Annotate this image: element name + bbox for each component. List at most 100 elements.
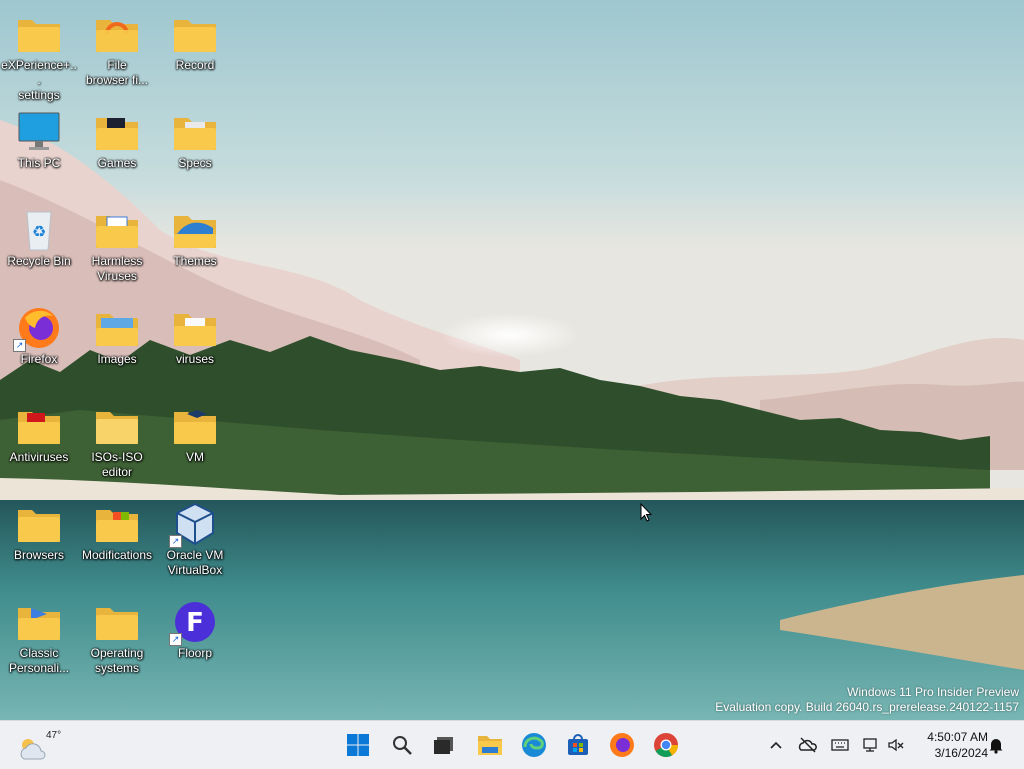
folder-icon — [171, 110, 219, 154]
keyboard-icon — [831, 739, 849, 751]
task-view-button[interactable] — [428, 729, 460, 761]
folder-icon — [171, 208, 219, 252]
weather-widget[interactable]: 47° — [14, 727, 61, 763]
store-button[interactable] — [562, 729, 594, 761]
folder-icon — [171, 12, 219, 56]
desktop-icon-label: eXPerience+... settings — [1, 58, 77, 102]
shortcut-arrow-icon: ↗ — [169, 633, 182, 646]
monitor-icon — [15, 110, 63, 154]
desktop-icon-oracle-vm-virtualbox[interactable]: ↗ Oracle VM VirtualBox — [156, 496, 234, 588]
desktop-icon-vm[interactable]: VM — [156, 398, 234, 490]
desktop-icon-label: File browser fi... — [85, 58, 148, 87]
desktop-icon-viruses[interactable]: viruses — [156, 300, 234, 392]
desktop-icon-label: Specs — [178, 156, 212, 170]
desktop-icon-firefox[interactable]: ↗ Firefox — [0, 300, 78, 392]
desktop-icon-file-browser-fixes[interactable]: File browser fi... — [78, 6, 156, 98]
folder-icon — [171, 404, 219, 448]
folder-icon — [93, 502, 141, 546]
desktop-icon-label: Floorp — [177, 646, 212, 660]
clock[interactable]: 4:50:07 AM 3/16/2024 — [912, 729, 988, 761]
edge-button[interactable] — [518, 729, 550, 761]
bell-icon — [989, 739, 1003, 754]
notifications-button[interactable] — [986, 735, 1006, 755]
store-icon — [568, 734, 588, 755]
floorp-icon: F ↗ — [169, 600, 219, 646]
desktop-icon-games[interactable]: Games — [78, 104, 156, 196]
task-view-icon — [434, 737, 453, 754]
desktop-icon-label: This PC — [17, 156, 61, 170]
volume-tray-button[interactable] — [886, 735, 906, 755]
desktop-icon-antiviruses[interactable]: Antiviruses — [0, 398, 78, 490]
desktop-icon-label: Images — [97, 352, 137, 366]
desktop-icon-label: Record — [175, 58, 215, 72]
desktop-icon-record[interactable]: Record — [156, 6, 234, 98]
watermark-line-2: Evaluation copy. Build 26040.rs_prerelea… — [715, 700, 1019, 714]
desktop-icon-experience-settings[interactable]: eXPerience+... settings — [0, 6, 78, 102]
network-icon — [863, 738, 877, 752]
firefox-icon — [610, 733, 634, 757]
network-tray-button[interactable] — [862, 735, 882, 755]
desktop-icon-floorp[interactable]: F ↗ Floorp — [156, 594, 234, 686]
firefox-icon: ↗ — [13, 306, 63, 352]
folder-icon — [93, 600, 141, 644]
svg-text:F: F — [186, 608, 204, 638]
chevron-up-icon — [770, 741, 782, 749]
desktop-icon-label: Themes — [173, 254, 217, 268]
start-button[interactable] — [342, 729, 374, 761]
keyboard-tray-button[interactable] — [830, 735, 850, 755]
search-button[interactable] — [386, 729, 418, 761]
desktop-icon-label: Firefox — [20, 352, 58, 366]
onedrive-tray-button[interactable] — [798, 735, 818, 755]
desktop-icon-specs[interactable]: Specs — [156, 104, 234, 196]
desktop-icon-operating-systems[interactable]: Operating systems — [78, 594, 156, 686]
weather-temperature: 47° — [46, 730, 62, 741]
desktop-icon-label: Modifications — [81, 548, 153, 562]
clock-time: 4:50:07 AM — [927, 730, 988, 744]
chrome-icon — [654, 733, 678, 758]
taskbar: 47° 4:50:07 AM 3/16/2024 — [0, 720, 1024, 769]
desktop-icon-label: Operating systems — [90, 646, 144, 675]
desktop-icon-label: viruses — [175, 352, 214, 366]
folder-icon — [93, 208, 141, 252]
weather-cloud-icon — [20, 739, 46, 760]
desktop-icon-label: Oracle VM VirtualBox — [166, 548, 224, 577]
desktop-icon-images[interactable]: Images — [78, 300, 156, 392]
virtualbox-icon: ↗ — [169, 502, 219, 548]
desktop-icon-label: Games — [97, 156, 137, 170]
chrome-button[interactable] — [650, 729, 682, 761]
desktop-icon-label: Recycle Bin — [7, 254, 71, 268]
file-explorer-button[interactable] — [474, 729, 506, 761]
desktop-icon-classic-personalization[interactable]: Classic Personali... — [0, 594, 78, 686]
edge-icon — [522, 733, 546, 757]
desktop-icon-browsers[interactable]: Browsers — [0, 496, 78, 588]
folder-icon — [15, 12, 63, 56]
volume-muted-icon — [888, 738, 904, 752]
shortcut-arrow-icon: ↗ — [13, 339, 26, 352]
evaluation-watermark: Windows 11 Pro Insider Preview Evaluatio… — [715, 685, 1019, 715]
folder-icon — [93, 12, 141, 56]
shortcut-arrow-icon: ↗ — [169, 535, 182, 548]
desktop-icon-label: Classic Personali... — [8, 646, 70, 675]
search-icon — [393, 736, 412, 755]
firefox-taskbar-button[interactable] — [606, 729, 638, 761]
watermark-line-1: Windows 11 Pro Insider Preview — [847, 685, 1019, 699]
file-explorer-icon — [478, 736, 502, 755]
folder-icon — [93, 404, 141, 448]
desktop-icon-harmless-viruses[interactable]: Harmless Viruses — [78, 202, 156, 294]
desktop-icon-this-pc[interactable]: This PC — [0, 104, 78, 196]
desktop-icon-themes[interactable]: Themes — [156, 202, 234, 294]
folder-icon — [15, 600, 63, 644]
folder-icon — [171, 306, 219, 350]
desktop-icon-recycle-bin[interactable]: ♻ Recycle Bin — [0, 202, 78, 294]
show-hidden-icons-button[interactable] — [766, 735, 786, 755]
folder-icon — [15, 404, 63, 448]
clock-date: 3/16/2024 — [934, 746, 988, 760]
recycle-bin-icon: ♻ — [15, 208, 63, 252]
svg-text:♻: ♻ — [32, 222, 46, 241]
cloud-offline-icon — [798, 737, 817, 753]
desktop-icon-label: Antiviruses — [9, 450, 69, 464]
desktop-icon-label: VM — [186, 450, 204, 464]
desktop-icon-isos-iso-editor[interactable]: ISOs-ISO editor — [78, 398, 156, 490]
desktop-icon-modifications[interactable]: Modifications — [78, 496, 156, 588]
desktop-icon-label: ISOs-ISO editor — [91, 450, 143, 479]
